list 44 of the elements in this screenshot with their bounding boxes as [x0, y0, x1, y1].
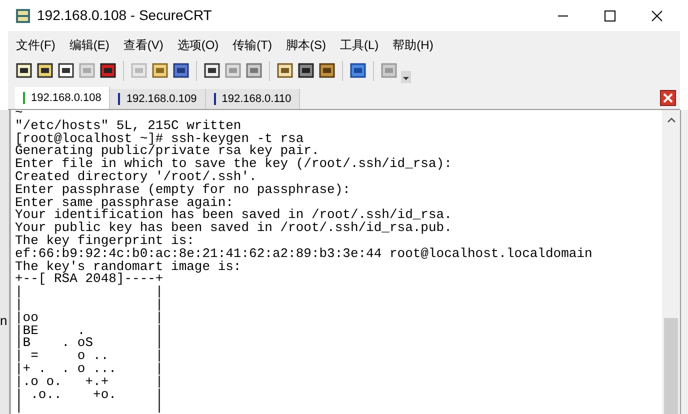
menu-item[interactable]: 工具(L): [340, 36, 379, 54]
menu-item[interactable]: 传输(T): [232, 36, 272, 54]
close-tab-icon[interactable]: [660, 90, 676, 106]
terminal-line: +--[ RSA 2048]----+: [15, 273, 164, 286]
terminal-line: ~: [15, 110, 23, 120]
terminal-line: The key fingerprint is:: [15, 234, 194, 248]
terminal-line: | |: [15, 286, 164, 299]
maximize-button[interactable]: [604, 10, 616, 22]
terminal-line: | .o.. +o. |: [15, 388, 164, 402]
terminal-line: Your identification has been saved in /root/.ssh/id_rsa.: [15, 209, 452, 222]
window-title: 192.168.0.108 - SecureCRT: [37, 6, 212, 25]
terminal-line: ef:66:b9:92:4c:b0:ac:8e:21:41:62:a2:89:b3:3e:44 root@localhost.localdomain: [15, 248, 592, 261]
terminal-line: |oo |: [15, 312, 164, 325]
menu-item[interactable]: 帮助(H): [392, 36, 434, 54]
terminal-line: Created directory '/root/.ssh'.: [15, 170, 257, 184]
terminal-line: "/etc/hosts" 5L, 215C written: [15, 120, 242, 133]
scroll-up-icon[interactable]: [666, 117, 676, 123]
menu-item[interactable]: 选项(O): [177, 36, 219, 54]
terminal-line: | |: [15, 298, 164, 312]
app-icon: [15, 8, 31, 24]
terminal-line: [root@localhost ~]# ssh-keygen -t rsa: [15, 132, 304, 146]
terminal-line: | = o .. |: [15, 350, 164, 363]
terminal-line: Your public key has been saved in /root/.ssh/id_rsa.pub.: [15, 222, 452, 235]
menu-item[interactable]: 脚本(S): [286, 36, 326, 54]
menu-item[interactable]: 查看(V): [123, 36, 164, 54]
menu-item[interactable]: 文件(F): [16, 36, 56, 54]
background-window-text: n: [0, 314, 8, 327]
terminal-line: Enter file in which to save the key (/root/.ssh/id_rsa):: [15, 158, 452, 171]
terminal-line: |+ . . o ... |: [15, 362, 164, 376]
terminal-line: |B . oS |: [15, 337, 164, 350]
session-tab[interactable]: 192.168.0.110: [206, 89, 300, 109]
session-tab[interactable]: 192.168.0.108: [15, 87, 110, 109]
terminal-line: |BE . |: [15, 324, 164, 338]
scroll-thumb[interactable]: [664, 318, 678, 414]
session-tab[interactable]: 192.168.0.109: [110, 89, 206, 109]
terminal-line: The key's randomart image is:: [15, 260, 242, 274]
terminal-line: Generating public/private rsa key pair.: [15, 145, 320, 158]
terminal-line: Enter same passphrase again:: [15, 196, 234, 210]
terminal-line: |.o o. +.+ |: [15, 376, 164, 389]
terminal-line: Enter passphrase (empty for no passphrase):: [15, 184, 350, 197]
terminal-line: | |: [15, 401, 164, 414]
scrollbar[interactable]: [662, 110, 680, 414]
close-button[interactable]: [651, 10, 663, 22]
menu-item[interactable]: 编辑(E): [69, 36, 110, 54]
